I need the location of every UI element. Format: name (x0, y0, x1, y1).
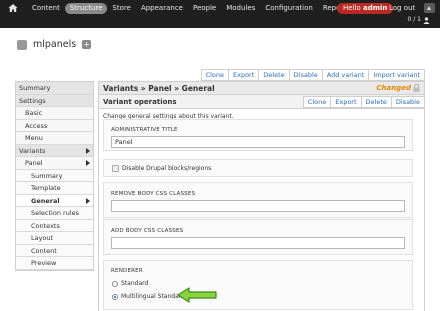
green-arrow-pointer-icon (177, 287, 217, 303)
site-logo-icon (17, 39, 27, 50)
sidebar-item-selection-rules[interactable]: Selection rules (16, 207, 93, 220)
sidebar-item-label: Menu (25, 134, 43, 142)
add-variant-button[interactable]: Add variant (321, 69, 370, 81)
sidebar-item-label: Summary (31, 171, 63, 180)
sidebar-item-label: Content (31, 246, 57, 255)
admin-title-label: ADMINISTRATIVE TITLE (111, 127, 178, 133)
counter-text: 0 / 1 (407, 16, 421, 23)
toolbar-menu-item-content[interactable]: Content (27, 3, 65, 14)
renderer-multilingual-radio[interactable] (112, 294, 118, 300)
sidebar-item-label: General (31, 196, 60, 205)
page-title: mlpanels (33, 39, 77, 50)
toolbar-menu-item-appearance[interactable]: Appearance (136, 3, 188, 14)
clone-button[interactable]: Clone (200, 69, 229, 81)
sidebar-item-general[interactable]: General (16, 194, 93, 207)
variant-export-button[interactable]: Export (330, 95, 362, 108)
chevron-right-icon (86, 147, 90, 154)
hello-username: admin (362, 4, 388, 12)
toolbar-menu-item-modules[interactable]: Modules (221, 3, 260, 14)
sidebar-item-label: Preview (31, 259, 57, 267)
renderer-label: RENDERER (111, 268, 143, 274)
remove-body-css-label: REMOVE BODY CSS CLASSES (111, 191, 196, 197)
sidebar-item-layout[interactable]: Layout (16, 232, 93, 245)
sidebar-item-label: Basic (25, 109, 43, 117)
toolbar-menu-item-store[interactable]: Store (107, 3, 136, 14)
lock-icon (413, 84, 420, 92)
sidebar-item-summary[interactable]: Summary (16, 169, 93, 182)
toolbar-counter: 0 / 1 (408, 16, 430, 24)
sidebar-item-label: Selection rules (31, 209, 80, 217)
sidebar-item-contexts[interactable]: Contexts (16, 219, 93, 232)
toolbar-menu-item-people[interactable]: People (188, 3, 221, 14)
sidebar-item-menu[interactable]: Menu (16, 132, 93, 145)
add-body-css-label: ADD BODY CSS CLASSES (111, 228, 184, 234)
toolbar-toggle-button[interactable] (424, 3, 435, 13)
page-header: mlpanels + (17, 39, 92, 50)
variant-delete-button[interactable]: Delete (360, 95, 392, 108)
sidebar-item-panel[interactable]: Panel (16, 157, 93, 170)
variant-operations-title: Variant operations (103, 97, 177, 106)
changed-label: Changed (376, 84, 411, 92)
renderer-standard-radio[interactable] (112, 281, 118, 287)
sidebar-item-content[interactable]: Content (16, 244, 93, 257)
remove-body-css-input[interactable] (111, 200, 405, 212)
sidebar-item-template[interactable]: Template (16, 182, 93, 195)
changed-indicator: Changed (376, 84, 420, 92)
export-button[interactable]: Export (228, 69, 260, 81)
add-body-css-input[interactable] (111, 237, 405, 249)
main-title-bar: Variants » Panel » General Changed (99, 82, 424, 95)
sidebar-item-settings[interactable]: Settings (16, 94, 93, 107)
sidebar-nav: Summary Settings Basic Access Menu Variants Pa… (15, 81, 94, 271)
admin-title-input[interactable]: Panel (111, 136, 405, 148)
admin-title-fieldset: ADMINISTRATIVE TITLE Panel (103, 119, 413, 151)
toolbar-menu: Content Structure Store Appearance People Mod… (27, 3, 381, 14)
disable-blocks-checkbox[interactable] (112, 165, 119, 172)
chevron-right-icon (86, 160, 90, 166)
add-shortcut-button[interactable]: + (82, 40, 92, 49)
user-icon (423, 16, 430, 24)
delete-button[interactable]: Delete (258, 69, 290, 81)
import-variant-button[interactable]: Import variant (368, 69, 425, 81)
add-body-css-fieldset: ADD BODY CSS CLASSES (103, 219, 413, 255)
hello-prefix: Hello (343, 4, 363, 12)
sidebar-item-access[interactable]: Access (16, 119, 93, 132)
sidebar-item-label: Panel (25, 159, 43, 167)
toolbar-menu-item-structure[interactable]: Structure (64, 3, 108, 14)
sidebar-item-preview[interactable]: Preview (16, 257, 93, 270)
main-panel: Variants » Panel » General Changed Varia… (98, 81, 425, 311)
toolbar-top-bar: Content Structure Store Appearance People Mod… (0, 0, 440, 16)
logout-link[interactable]: Log out (389, 4, 415, 12)
hello-user-link[interactable]: Hello admin (337, 3, 394, 14)
home-icon[interactable] (8, 3, 18, 13)
sidebar-item-basic[interactable]: Basic (16, 107, 93, 120)
sidebar-item-variants[interactable]: Variants (16, 144, 93, 157)
variant-operations-actions: Clone Export Delete Disable (302, 95, 425, 108)
chevron-right-icon (86, 197, 90, 204)
sidebar-item-summary[interactable]: Summary (16, 82, 93, 95)
remove-body-css-fieldset: REMOVE BODY CSS CLASSES (103, 182, 413, 218)
toolbar-menu-item-configuration[interactable]: Configuration (260, 3, 317, 14)
variant-clone-button[interactable]: Clone (302, 95, 332, 108)
renderer-fieldset: RENDERER Standard Multilingual Standard (103, 260, 413, 310)
sidebar-item-label: Summary (19, 84, 51, 92)
sidebar-item-label: Settings (19, 96, 46, 105)
variant-disable-button[interactable]: Disable (390, 95, 425, 108)
disable-button[interactable]: Disable (288, 69, 323, 81)
disable-blocks-label: Disable Drupal blocks/regions (122, 165, 212, 172)
sidebar-item-label: Template (31, 184, 61, 192)
disable-blocks-fieldset: Disable Drupal blocks/regions (103, 159, 413, 177)
renderer-standard-label: Standard (121, 280, 149, 287)
breadcrumb-title: Variants » Panel » General (103, 83, 215, 93)
sidebar-item-label: Access (25, 121, 48, 130)
variant-operations-bar: Variant operations Clone Export Delete D… (99, 95, 425, 109)
admin-toolbar: Content Structure Store Appearance People Mod… (0, 0, 440, 28)
top-actions: Clone Export Delete Disable Add variant … (200, 69, 425, 81)
sidebar-item-label: Layout (31, 234, 54, 242)
sidebar-item-label: Contexts (31, 221, 60, 230)
sidebar-item-label: Variants (19, 146, 46, 155)
